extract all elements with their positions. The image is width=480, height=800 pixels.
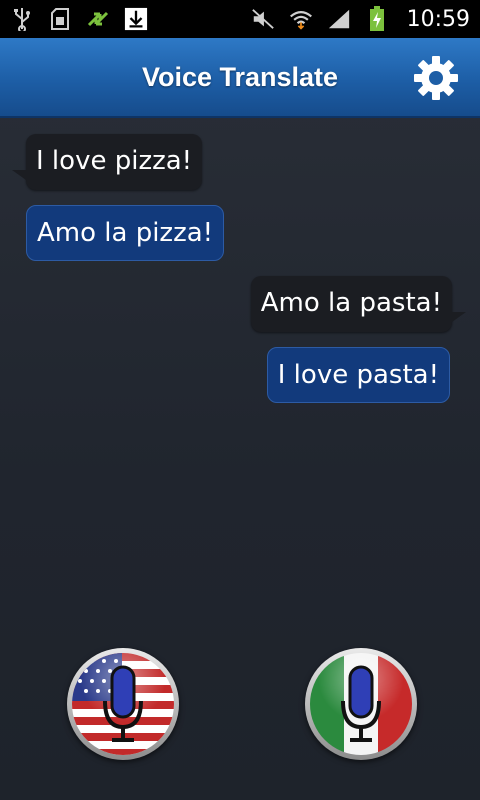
italy-flag	[310, 653, 412, 755]
italian-mic-button[interactable]	[305, 648, 417, 760]
us-flag	[72, 653, 174, 755]
battery-charging-icon	[365, 6, 389, 31]
sd-card-icon	[48, 7, 72, 31]
status-bar: 10:59	[0, 0, 480, 38]
mute-icon	[251, 7, 275, 31]
signal-icon	[327, 7, 351, 31]
message-source-left[interactable]: I love pizza!	[11, 134, 203, 190]
wifi-icon	[289, 7, 313, 31]
conversation-area: I love pizza! Amo la pizza! Amo la pasta…	[0, 118, 480, 638]
message-translation-right[interactable]: I love pasta!	[266, 347, 450, 403]
clock: 10:59	[406, 6, 470, 32]
english-mic-button[interactable]	[67, 648, 179, 760]
message-translation-left[interactable]: Amo la pizza!	[26, 205, 225, 261]
usb-icon	[10, 7, 34, 31]
app-title: Voice Translate	[141, 61, 339, 92]
gear-icon[interactable]	[412, 54, 460, 102]
sync-icon	[86, 7, 110, 31]
app-header: Voice Translate	[0, 38, 480, 118]
message-source-right[interactable]: Amo la pasta!	[250, 276, 467, 332]
download-icon	[124, 7, 148, 31]
